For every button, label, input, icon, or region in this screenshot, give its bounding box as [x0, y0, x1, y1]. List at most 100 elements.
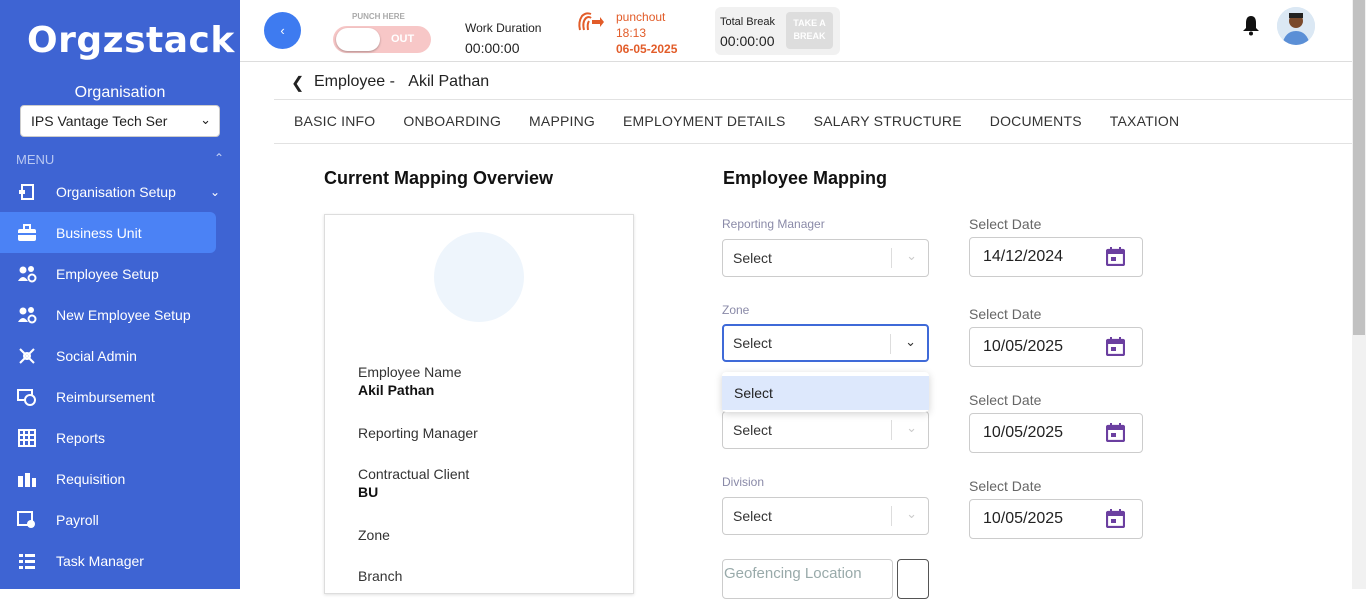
dropdown-option[interactable]: Select [722, 376, 929, 410]
organisation-select-value: IPS Vantage Tech Ser [31, 113, 168, 129]
contractual-client-value: BU [358, 484, 379, 500]
zone-date-input[interactable]: 10/05/2025 [969, 327, 1143, 367]
toggle-knob [336, 28, 380, 51]
date-value: 10/05/2025 [983, 510, 1064, 527]
sidebar-item-label: Requisition [56, 470, 126, 487]
date-value: 10/05/2025 [983, 338, 1064, 355]
tab-bar: BASIC INFO ONBOARDING MAPPING EMPLOYMENT… [274, 100, 1352, 144]
select-value: Select [733, 335, 772, 351]
sidebar-item-label: Task Manager [56, 552, 144, 569]
zone-select[interactable]: Select ⌄ [722, 324, 929, 362]
sidebar-item-reimbursement[interactable]: Reimbursement [0, 376, 216, 417]
division-date-input[interactable]: 10/05/2025 [969, 499, 1143, 539]
overview-reporting-manager: Reporting Manager [358, 425, 478, 441]
briefcase-icon [16, 223, 38, 243]
branch-date-input[interactable]: 10/05/2025 [969, 413, 1143, 453]
page-title-employee: Akil Pathan [408, 73, 490, 90]
tab-basic-info[interactable]: BASIC INFO [294, 100, 375, 143]
sidebar-item-social-admin[interactable]: Social Admin [0, 335, 216, 376]
total-break-label: Total Break [720, 16, 776, 28]
sidebar-item-business-unit[interactable]: Business Unit [0, 212, 216, 253]
overview-branch: Branch [358, 568, 403, 584]
menu-header[interactable]: MENU ⌃ [16, 151, 224, 167]
overview-card: Employee Name Akil Pathan Reporting Mana… [324, 214, 634, 594]
sidebar-item-label: Employee Setup [56, 265, 159, 282]
user-avatar[interactable] [1277, 7, 1315, 45]
take-break-button[interactable]: TAKE A BREAK [786, 12, 833, 49]
sidebar-item-task-manager[interactable]: Task Manager [0, 540, 216, 581]
work-duration-value: 00:00:00 [465, 40, 520, 56]
division-select[interactable]: Select ⌄ [722, 497, 929, 535]
reporting-manager-label: Reporting Manager [722, 217, 825, 231]
menu-label: MENU [16, 152, 55, 167]
date-value: 10/05/2025 [983, 424, 1064, 441]
employee-name-value: Akil Pathan [358, 382, 435, 398]
reporting-manager-date-input[interactable]: 14/12/2024 [969, 237, 1143, 277]
mapping-heading: Employee Mapping [723, 168, 888, 188]
chevron-up-icon: ⌃ [213, 151, 224, 165]
total-break-value: 00:00:00 [720, 33, 775, 49]
employee-name-label: Employee Name [358, 364, 462, 380]
tab-salary-structure[interactable]: SALARY STRUCTURE [814, 100, 962, 143]
select-value: Select [733, 422, 772, 438]
select-divider [891, 420, 892, 440]
sidebar-item-label: Business Unit [56, 224, 142, 241]
punch-toggle[interactable]: OUT [333, 26, 431, 53]
chevron-down-icon: ⌄ [906, 420, 917, 435]
back-arrow-icon[interactable]: ❮ [291, 73, 304, 93]
reimbursement-icon [16, 387, 38, 407]
page-scrollbar[interactable] [1352, 0, 1366, 589]
geofencing-location-input[interactable]: Geofencing Location [722, 559, 893, 599]
sidebar-item-requisition[interactable]: Requisition [0, 458, 216, 499]
calendar-icon[interactable] [1105, 509, 1126, 529]
select-value: Select [733, 508, 772, 524]
date-label: Select Date [969, 392, 1042, 408]
date-label: Select Date [969, 306, 1042, 322]
sidebar-item-new-employee-setup[interactable]: New Employee Setup [0, 294, 216, 335]
punchout-time: 18:13 [616, 26, 647, 40]
org-setup-icon [16, 182, 38, 202]
sidebar-item-label: Social Admin [56, 347, 137, 364]
top-bar: ‹ PUNCH HERE OUT Work Duration 00:00:00 … [240, 0, 1352, 62]
sidebar-item-employee-setup[interactable]: Employee Setup [0, 253, 216, 294]
users-gear-icon [16, 305, 38, 325]
collapse-sidebar-button[interactable]: ‹ [264, 12, 301, 49]
tab-onboarding[interactable]: ONBOARDING [403, 100, 501, 143]
fingerprint-icon [576, 10, 604, 40]
sidebar-item-label: Organisation Setup [56, 183, 176, 200]
page-title-prefix: Employee - [314, 73, 395, 90]
sidebar-item-label: Payroll [56, 511, 99, 528]
notification-bell-icon[interactable] [1241, 14, 1261, 42]
sidebar-item-payroll[interactable]: Payroll [0, 499, 216, 540]
calendar-icon[interactable] [1105, 337, 1126, 357]
page-title: Employee - Akil Pathan [314, 73, 489, 91]
punchout-label: punchout [616, 10, 666, 24]
tab-mapping[interactable]: MAPPING [529, 100, 595, 143]
branch-select[interactable]: Select ⌄ [722, 411, 929, 449]
organisation-title: Organisation [74, 84, 166, 101]
select-divider [890, 334, 891, 354]
work-duration-label: Work Duration [465, 21, 542, 35]
calendar-icon[interactable] [1105, 423, 1126, 443]
employee-photo [434, 232, 524, 322]
tab-taxation[interactable]: TAXATION [1110, 100, 1180, 143]
punch-label: PUNCH HERE [352, 12, 405, 21]
overview-contractual-client: Contractual Client BU [358, 466, 469, 500]
grid-icon [16, 428, 38, 448]
payroll-icon [16, 510, 38, 530]
geofencing-button[interactable] [897, 559, 929, 599]
scrollbar-thumb[interactable] [1353, 0, 1365, 335]
organisation-select[interactable]: IPS Vantage Tech Ser ⌄ [20, 105, 220, 137]
sidebar-item-label: Reports [56, 429, 106, 446]
sidebar-item-label: New Employee Setup [56, 306, 191, 323]
overview-zone: Zone [358, 527, 390, 543]
sidebar-item-reports[interactable]: Reports [0, 417, 216, 458]
tab-employment-details[interactable]: EMPLOYMENT DETAILS [623, 100, 786, 143]
calendar-icon[interactable] [1105, 247, 1126, 267]
tab-documents[interactable]: DOCUMENTS [990, 100, 1082, 143]
app-logo: Orgzstack [27, 20, 235, 61]
select-divider [891, 248, 892, 268]
overview-heading: Current Mapping Overview [324, 168, 554, 188]
reporting-manager-select[interactable]: Select ⌄ [722, 239, 929, 277]
sidebar-item-organisation-setup[interactable]: Organisation Setup ⌄ [0, 171, 220, 212]
